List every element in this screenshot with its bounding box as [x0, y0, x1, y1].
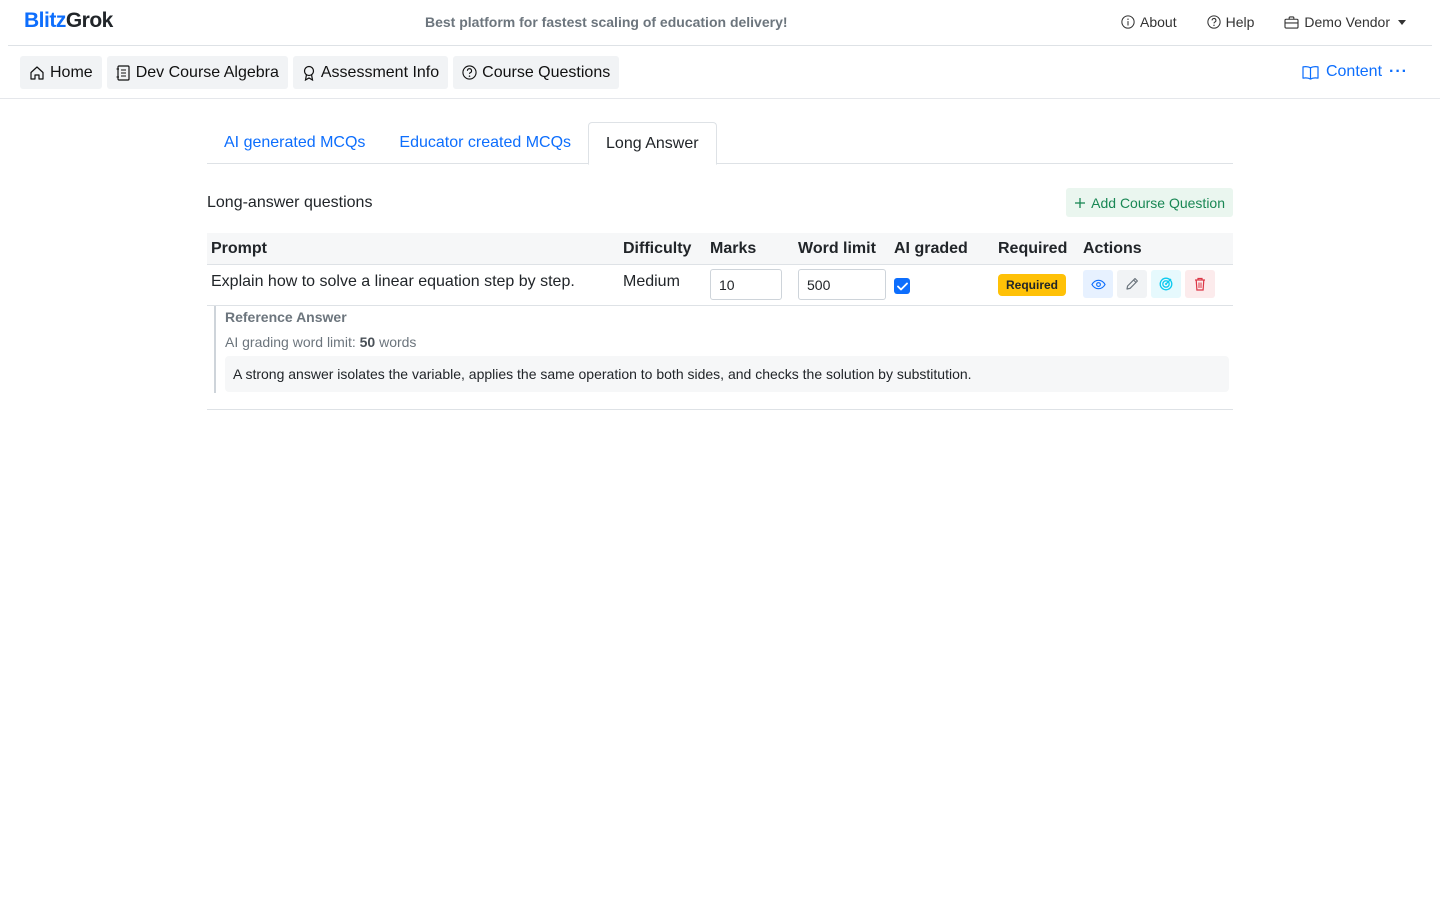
- reference-title: Reference Answer: [225, 309, 347, 325]
- marks-input[interactable]: [710, 269, 782, 300]
- breadcrumb: Home Dev Course Algebra Assessment Info …: [20, 56, 620, 89]
- limit-prefix: AI grading word limit:: [225, 334, 356, 350]
- limit-suffix: words: [379, 334, 417, 350]
- vendor-label: Demo Vendor: [1304, 14, 1390, 30]
- pencil-icon: [1126, 278, 1138, 290]
- header-difficulty: Difficulty: [623, 240, 692, 257]
- home-icon: [30, 65, 44, 80]
- tab-ai-mcqs[interactable]: AI generated MCQs: [207, 122, 382, 164]
- breadcrumb-questions[interactable]: Course Questions: [453, 56, 620, 89]
- content-menu[interactable]: Content ···: [1302, 63, 1408, 81]
- tab-long-answer[interactable]: Long Answer: [588, 122, 717, 165]
- brand-part2: Grok: [65, 9, 114, 32]
- delete-button[interactable]: [1185, 270, 1215, 298]
- plus-icon: [1075, 197, 1086, 208]
- table-header: Prompt Difficulty Marks Word limit AI gr…: [207, 233, 1233, 265]
- journal-icon: [116, 64, 130, 81]
- add-course-question-button[interactable]: Add Course Question: [1066, 188, 1233, 217]
- ai-grade-button[interactable]: [1151, 270, 1181, 298]
- brand-part1: Blitz: [24, 9, 66, 32]
- header-prompt: Prompt: [211, 240, 267, 257]
- breadcrumb-label: Assessment Info: [320, 63, 440, 81]
- breadcrumb-label: Home: [50, 63, 93, 81]
- question-tabs: AI generated MCQs Educator created MCQs …: [207, 122, 1233, 165]
- view-button[interactable]: [1083, 270, 1113, 298]
- reference-word-limit: AI grading word limit: 50 words: [225, 334, 416, 350]
- required-badge: Required: [998, 274, 1067, 296]
- word-limit-input[interactable]: [798, 269, 886, 300]
- header-word-limit: Word limit: [798, 240, 876, 257]
- breadcrumb-label: Dev Course Algebra: [135, 63, 279, 81]
- help-link[interactable]: Help: [1206, 14, 1255, 30]
- check-icon: [896, 282, 908, 290]
- vendor-dropdown[interactable]: Demo Vendor: [1284, 14, 1406, 30]
- add-button-label: Add Course Question: [1091, 194, 1225, 211]
- about-link[interactable]: About: [1121, 14, 1177, 30]
- ai-graded-checkbox[interactable]: [894, 278, 910, 294]
- edit-button[interactable]: [1117, 270, 1147, 298]
- difficulty-cell: Medium: [623, 273, 680, 290]
- limit-value: 50: [359, 334, 376, 350]
- table-row: Explain how to solve a linear equation s…: [207, 265, 1233, 306]
- trash-icon: [1195, 277, 1205, 291]
- header-required: Required: [998, 240, 1068, 257]
- brand-logo[interactable]: BlitzGrok: [24, 9, 113, 33]
- divider: [207, 409, 1233, 410]
- more-icon: ···: [1389, 63, 1408, 80]
- header-marks: Marks: [710, 240, 757, 257]
- chevron-down-icon: [1398, 19, 1406, 25]
- content-label: Content: [1325, 63, 1383, 80]
- help-icon: [1206, 15, 1221, 29]
- row-actions: [1083, 270, 1215, 298]
- info-icon: [1121, 15, 1135, 29]
- briefcase-icon: [1284, 15, 1299, 29]
- breadcrumb-home[interactable]: Home: [20, 56, 102, 89]
- top-navbar: BlitzGrok Best platform for fastest scal…: [8, 0, 1432, 46]
- prompt-cell: Explain how to solve a linear equation s…: [211, 273, 575, 290]
- breadcrumb-label: Course Questions: [482, 63, 611, 81]
- breadcrumb-assessment[interactable]: Assessment Info: [292, 56, 449, 89]
- about-label: About: [1140, 14, 1177, 30]
- reference-text: A strong answer isolates the variable, a…: [225, 356, 1229, 392]
- award-icon: [303, 65, 314, 81]
- help-label: Help: [1225, 14, 1255, 30]
- breadcrumb-course[interactable]: Dev Course Algebra: [106, 56, 288, 89]
- book-icon: [1302, 65, 1319, 80]
- reference-answer: Reference Answer AI grading word limit: …: [214, 306, 1229, 393]
- tagline: Best platform for fastest scaling of edu…: [425, 14, 788, 30]
- section-title: Long-answer questions: [207, 194, 373, 211]
- tab-educator-mcqs[interactable]: Educator created MCQs: [382, 122, 588, 164]
- top-links: About Help Demo Vendor: [1121, 14, 1406, 30]
- breadcrumb-bar: Home Dev Course Algebra Assessment Info …: [0, 46, 1440, 99]
- target-icon: [1159, 277, 1173, 291]
- eye-icon: [1090, 279, 1106, 289]
- header-actions: Actions: [1083, 240, 1142, 257]
- questions-table: Prompt Difficulty Marks Word limit AI gr…: [207, 233, 1233, 306]
- question-circle-icon: [462, 65, 477, 80]
- header-ai-graded: AI graded: [894, 240, 968, 257]
